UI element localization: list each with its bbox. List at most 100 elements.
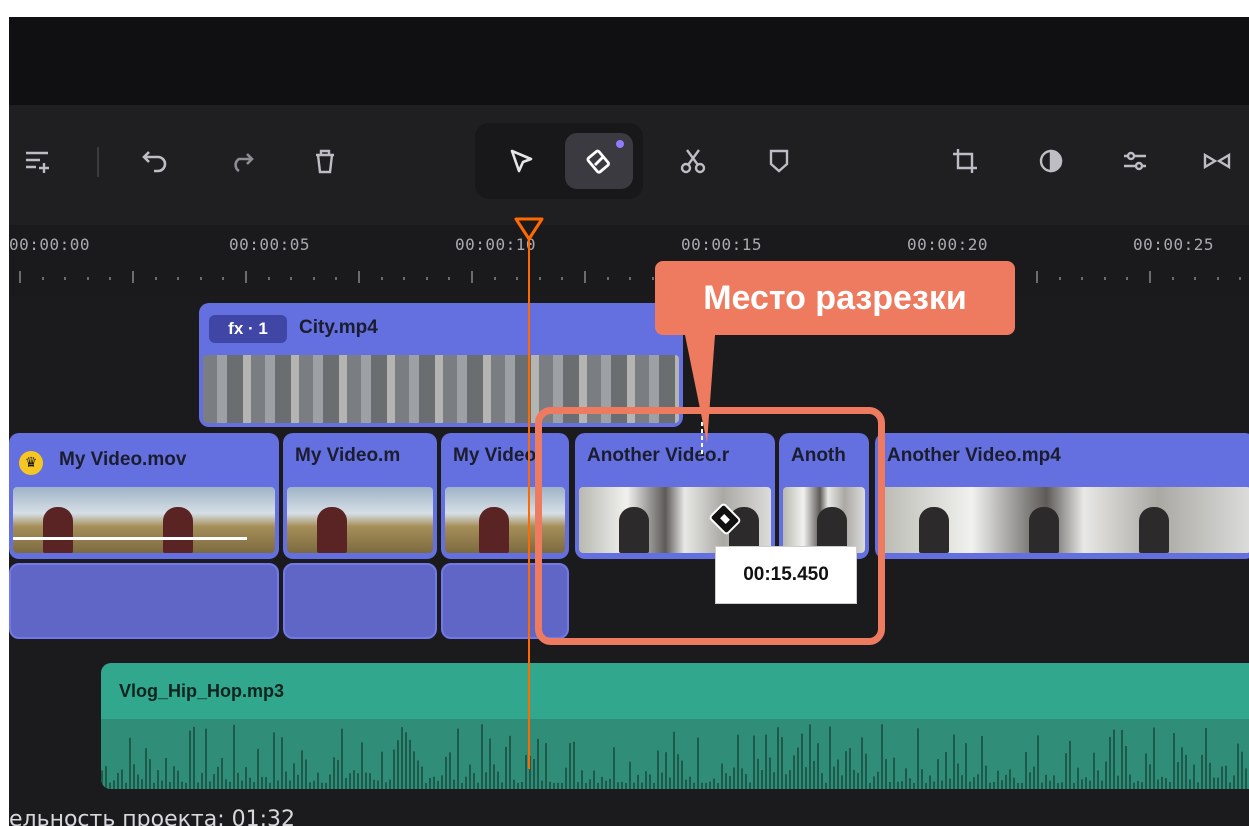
waveform-bar (521, 782, 523, 789)
waveform-bar (1245, 768, 1247, 789)
waveform-bar (1041, 782, 1043, 789)
thumbnail-figure (317, 507, 347, 553)
waveform-bar (125, 782, 127, 789)
waveform-bar (337, 759, 339, 789)
waveform-bar (401, 727, 403, 789)
waveform-bar (149, 759, 151, 789)
waveform-bar (301, 750, 303, 789)
waveform-bar (773, 772, 775, 789)
ruler-label: 00:00:25 (1133, 235, 1215, 254)
waveform-bar (193, 726, 195, 789)
waveform-bar (165, 757, 167, 789)
video-clip[interactable]: My Video.m (283, 433, 437, 559)
waveform-bar (417, 760, 419, 789)
playhead-handle-icon[interactable] (513, 217, 545, 243)
waveform-bar (781, 737, 783, 789)
ruler-tick (1126, 277, 1129, 280)
marker-icon[interactable] (755, 141, 803, 181)
timeline-ruler[interactable]: 00:00:00 00:00:05 00:00:10 00:00:15 00:0… (9, 225, 1249, 295)
waveform-bar (305, 759, 307, 789)
audio-waveform (101, 719, 1249, 789)
waveform-bar (761, 770, 763, 789)
waveform-bar (777, 727, 779, 789)
waveform-bar (789, 770, 791, 789)
waveform-bar (1065, 753, 1067, 789)
waveform-bar (137, 774, 139, 789)
delete-icon[interactable] (301, 141, 349, 181)
waveform-bar (553, 782, 555, 789)
clip-audio-block[interactable] (283, 563, 437, 639)
crown-icon: ♛ (19, 451, 43, 475)
waveform-bar (721, 763, 723, 789)
waveform-bar (649, 774, 651, 789)
waveform-bar (613, 747, 615, 789)
waveform-bar (1077, 767, 1079, 789)
ruler-tick (1081, 277, 1084, 280)
waveform-bar (565, 767, 567, 789)
waveform-bar (221, 757, 223, 789)
clip-thumbnails (287, 487, 433, 553)
video-clip[interactable]: ♛ My Video.mov (9, 433, 279, 559)
waveform-bar (425, 782, 427, 789)
waveform-bar (877, 771, 879, 789)
color-icon[interactable] (1027, 141, 1075, 181)
waveform-bar (1013, 777, 1015, 789)
waveform-bar (357, 773, 359, 789)
clip-audio-block[interactable] (9, 563, 279, 639)
add-track-icon[interactable] (13, 141, 61, 181)
waveform-bar (265, 777, 267, 789)
waveform-bar (373, 779, 375, 789)
waveform-bar (393, 749, 395, 789)
ruler-tick (471, 271, 473, 283)
adjust-icon[interactable] (1111, 141, 1159, 181)
waveform-bar (1213, 777, 1215, 789)
waveform-bar (713, 778, 715, 789)
waveform-bar (213, 774, 215, 789)
waveform-bar (1061, 782, 1063, 789)
waveform-bar (637, 774, 639, 789)
waveform-bar (901, 781, 903, 789)
waveform-bar (1173, 733, 1175, 789)
clip-title: Another Video.mp4 (887, 445, 1061, 466)
waveform-bar (177, 770, 179, 789)
ruler-tick (290, 277, 293, 280)
waveform-bar (525, 755, 527, 789)
waveform-bar (129, 737, 131, 789)
blade-icon[interactable] (575, 141, 623, 181)
undo-icon[interactable] (131, 141, 179, 181)
ruler-tick (245, 271, 247, 283)
select-icon[interactable] (497, 141, 545, 181)
waveform-bar (605, 780, 607, 789)
crop-icon[interactable] (941, 141, 989, 181)
scissors-icon[interactable] (669, 141, 717, 181)
transition-icon[interactable] (1193, 141, 1241, 181)
waveform-bar (237, 772, 239, 789)
playhead[interactable] (528, 229, 530, 769)
waveform-bar (145, 748, 147, 789)
waveform-bar (1049, 780, 1051, 789)
ruler-tick (41, 277, 44, 280)
waveform-bar (161, 780, 163, 789)
redo-icon[interactable] (217, 141, 265, 181)
waveform-bar (1145, 753, 1147, 789)
ruler-tick (1171, 277, 1174, 280)
waveform-bar (769, 757, 771, 789)
waveform-bar (597, 782, 599, 789)
waveform-bar (377, 780, 379, 789)
waveform-bar (117, 772, 119, 789)
waveform-bar (457, 728, 459, 789)
waveform-bar (329, 774, 331, 789)
waveform-bar (433, 776, 435, 789)
waveform-bar (625, 783, 627, 789)
waveform-bar (497, 771, 499, 789)
waveform-bar (217, 766, 219, 789)
ruler-tick (109, 277, 112, 280)
waveform-bar (569, 743, 571, 789)
video-clip[interactable]: Another Video.mp4 (875, 433, 1249, 559)
thumbnail-figure (43, 507, 73, 553)
ruler-tick (1058, 277, 1061, 280)
audio-clip[interactable]: Vlog_Hip_Hop.mp3 (101, 663, 1249, 789)
waveform-bar (1165, 778, 1167, 789)
waveform-bar (121, 769, 123, 789)
waveform-bar (505, 746, 507, 789)
